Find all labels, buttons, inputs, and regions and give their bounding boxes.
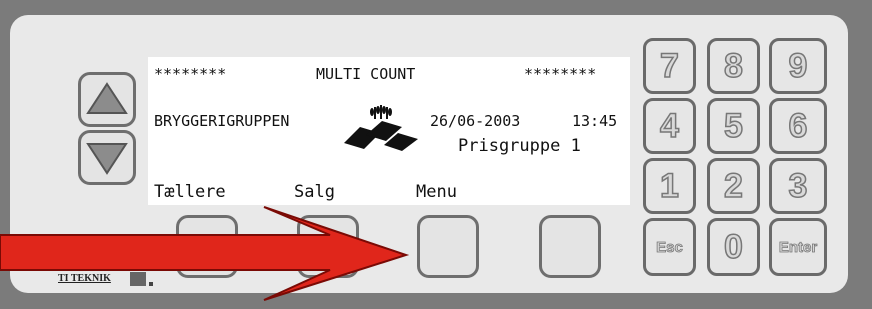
red-arrow-icon (0, 206, 410, 301)
